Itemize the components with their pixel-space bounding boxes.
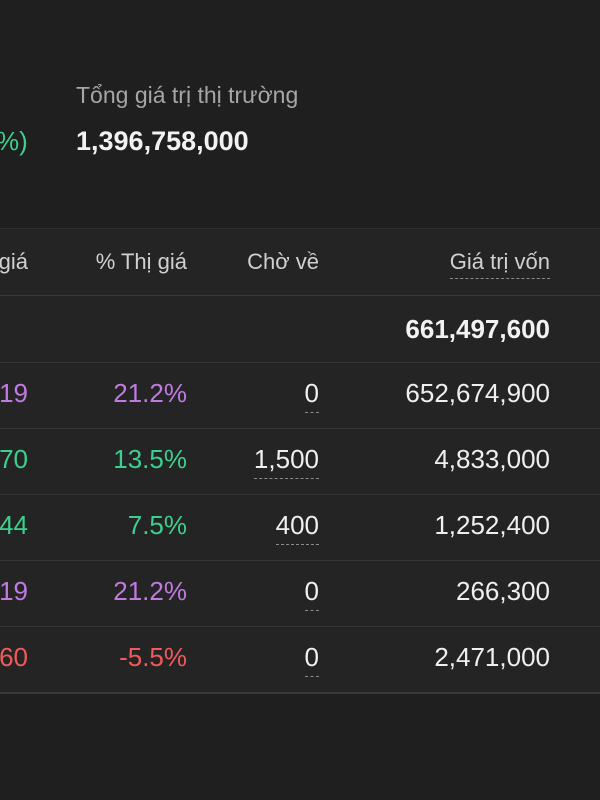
pending-cell[interactable]: 0 [304, 642, 319, 677]
header-price-partial[interactable]: giá [0, 249, 28, 275]
capital-value-cell: 1,252,400 [434, 510, 550, 540]
price-partial-cell: 60 [0, 642, 28, 672]
market-percent-cell: -5.5% [119, 642, 187, 672]
total-capital-value: 661,497,600 [405, 314, 550, 344]
profit-percent-partial: %) [0, 126, 28, 156]
market-percent-cell: 21.2% [113, 378, 187, 408]
market-value: 1,396,758,000 [76, 126, 249, 156]
total-row: 661,497,600 [0, 296, 600, 363]
price-partial-cell: 70 [0, 444, 28, 474]
price-partial-cell: 44 [0, 510, 28, 540]
capital-value-cell: 2,471,000 [434, 642, 550, 672]
table-row[interactable]: 19 21.2% 0 266,300 [0, 560, 600, 627]
pending-cell[interactable]: 0 [304, 378, 319, 413]
table-row[interactable]: 44 7.5% 400 1,252,400 [0, 494, 600, 561]
table-row[interactable]: 19 21.2% 0 652,674,900 [0, 362, 600, 429]
price-partial-cell: 19 [0, 576, 28, 606]
portfolio-table: giá % Thị giá Chờ về Giá trị vốn 661,497… [0, 228, 600, 694]
market-percent-cell: 21.2% [113, 576, 187, 606]
market-percent-cell: 13.5% [113, 444, 187, 474]
table-row[interactable]: 60 -5.5% 0 2,471,000 [0, 626, 600, 694]
capital-value-cell: 652,674,900 [405, 378, 550, 408]
capital-value-cell: 4,833,000 [434, 444, 550, 474]
pending-cell[interactable]: 0 [304, 576, 319, 611]
pending-cell[interactable]: 400 [275, 510, 319, 545]
price-partial-cell: 19 [0, 378, 28, 408]
header-pending[interactable]: Chờ về [247, 249, 319, 275]
market-value-label: Tổng giá trị thị trường [76, 82, 299, 108]
header-market-percent[interactable]: % Thị giá [96, 249, 187, 275]
market-percent-cell: 7.5% [127, 510, 187, 540]
header-capital-value[interactable]: Giá trị vốn [449, 249, 550, 279]
pending-cell[interactable]: 1,500 [253, 444, 319, 479]
table-row[interactable]: 70 13.5% 1,500 4,833,000 [0, 428, 600, 495]
capital-value-cell: 266,300 [456, 576, 550, 606]
table-header: giá % Thị giá Chờ về Giá trị vốn [0, 229, 600, 296]
